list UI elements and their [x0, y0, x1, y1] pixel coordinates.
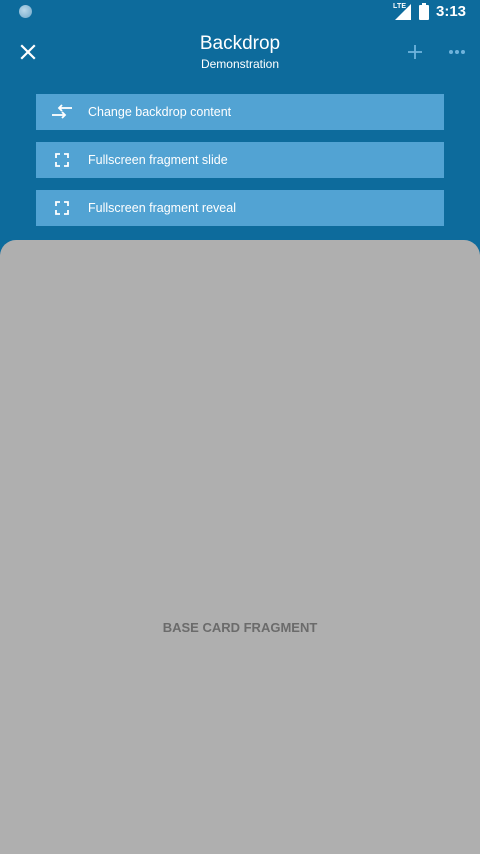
fragment-label: BASE CARD FRAGMENT — [162, 620, 318, 635]
notification-icon — [19, 5, 32, 18]
swap-icon — [36, 94, 88, 130]
battery-icon — [419, 3, 429, 20]
add-icon — [408, 45, 422, 59]
more-horizontal-icon — [449, 50, 465, 54]
close-icon — [20, 44, 36, 60]
fullscreen-icon — [36, 142, 88, 178]
front-layer-card[interactable]: BASE CARD FRAGMENT — [0, 240, 480, 854]
menu-item-fullscreen-reveal[interactable]: Fullscreen fragment reveal — [36, 190, 444, 226]
status-bar: LTE 3:13 — [0, 0, 480, 24]
app-screen: LTE 3:13 Backdrop Demonstration Change b… — [0, 0, 480, 854]
fullscreen-icon — [36, 190, 88, 226]
menu-item-change-content[interactable]: Change backdrop content — [36, 94, 444, 130]
menu-item-fullscreen-slide[interactable]: Fullscreen fragment slide — [36, 142, 444, 178]
page-title: Backdrop — [199, 33, 281, 54]
page-subtitle: Demonstration — [200, 57, 280, 71]
add-button[interactable] — [402, 39, 428, 65]
menu-item-label: Fullscreen fragment reveal — [88, 201, 236, 215]
close-button[interactable] — [14, 38, 42, 66]
toolbar-title-block: Backdrop Demonstration — [140, 33, 340, 72]
signal-icon — [395, 4, 411, 20]
menu-item-label: Change backdrop content — [88, 105, 232, 119]
menu-item-label: Fullscreen fragment slide — [88, 153, 228, 167]
more-options-button[interactable] — [444, 39, 470, 65]
backdrop-menu: Change backdrop content Fullscreen fragm… — [36, 94, 444, 238]
clock: 3:13 — [436, 3, 467, 20]
